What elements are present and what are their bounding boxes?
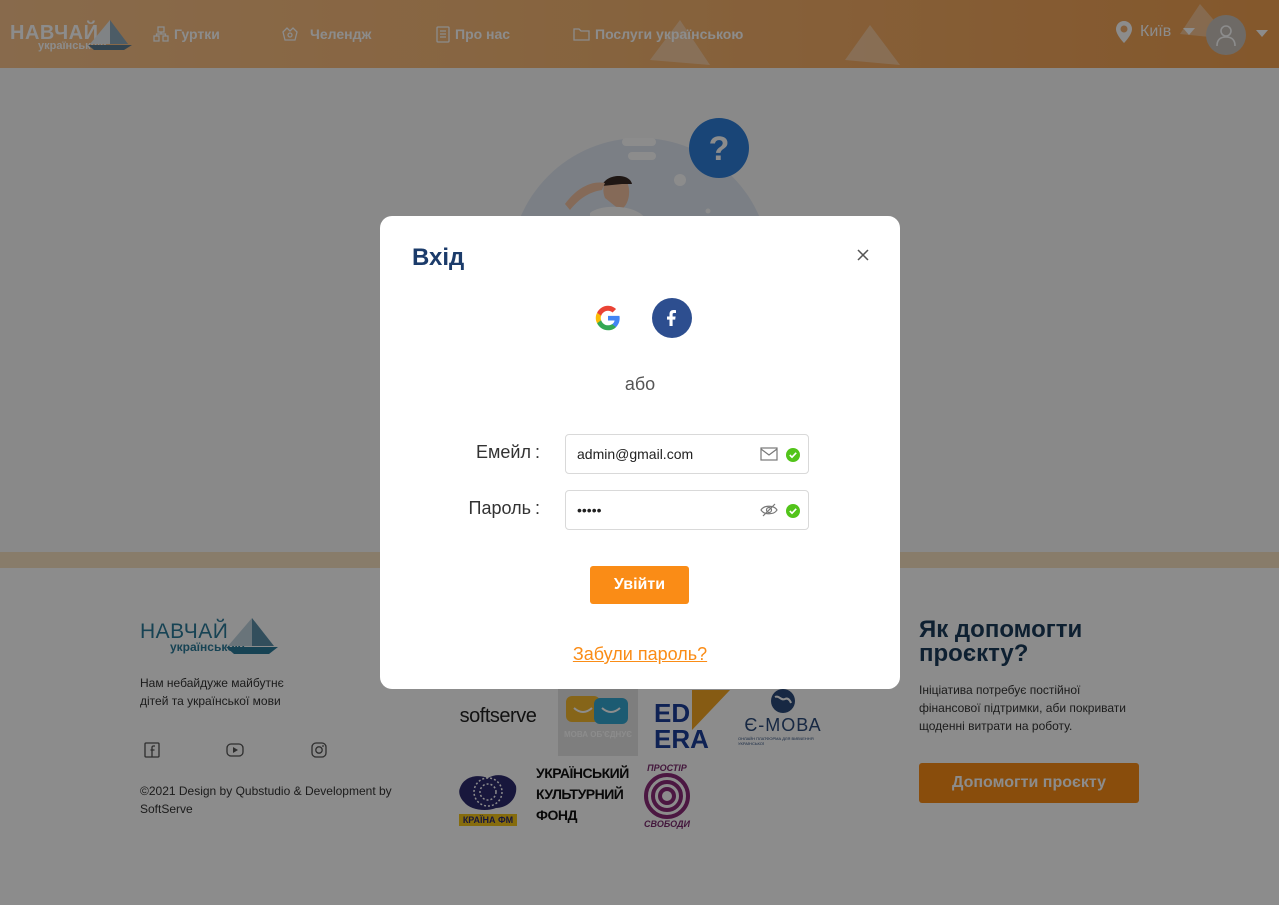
login-modal: Вхід або Емейл: admin@gmail.com Пароль: … — [380, 216, 900, 689]
facebook-login-button[interactable] — [652, 298, 692, 338]
email-value: admin@gmail.com — [577, 446, 694, 462]
modal-title: Вхід — [412, 244, 465, 271]
password-field[interactable]: ••••• — [565, 490, 809, 530]
forgot-password-link[interactable]: Забули пароль? — [380, 644, 900, 665]
google-icon — [595, 305, 620, 331]
eye-invisible-icon[interactable] — [760, 502, 778, 518]
password-value: ••••• — [577, 502, 602, 518]
success-check-icon — [786, 448, 800, 462]
google-login-button[interactable] — [588, 298, 628, 338]
email-field[interactable]: admin@gmail.com — [565, 434, 809, 474]
password-label-text: Пароль — [468, 498, 531, 518]
close-icon[interactable] — [854, 246, 872, 264]
mail-icon — [760, 447, 778, 461]
or-separator: або — [624, 374, 656, 394]
login-button[interactable]: Увійти — [590, 566, 689, 604]
email-label: Емейл: — [476, 442, 540, 462]
password-label: Пароль: — [468, 498, 540, 518]
facebook-f-icon — [667, 310, 676, 326]
success-check-icon — [786, 504, 800, 518]
email-label-text: Емейл — [476, 442, 531, 462]
